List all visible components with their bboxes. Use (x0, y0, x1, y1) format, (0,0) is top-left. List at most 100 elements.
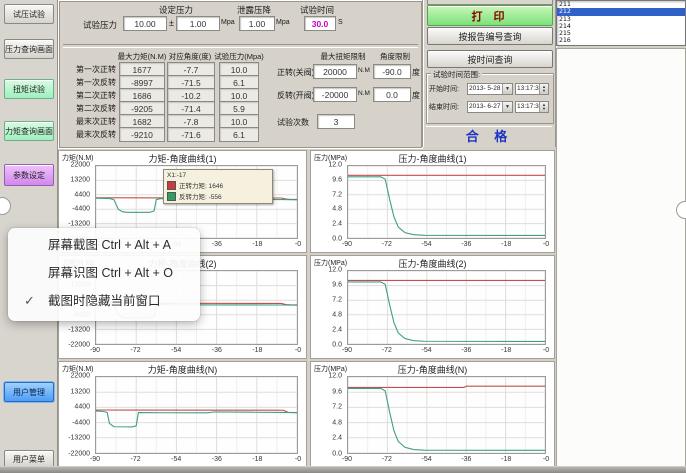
chart-y-ticks: 12.09.67.24.82.40.0 (311, 165, 345, 239)
chart-x-ticks: -90-72-54-36-18-0 (347, 456, 546, 466)
report-number-list[interactable]: 211 212 213 214 215 216 (556, 0, 686, 46)
chevron-down-icon[interactable]: ▼ (502, 84, 512, 94)
chart-plot (347, 270, 546, 345)
settings-results-panel: 设定压力 泄露压降 试验时间 试验压力 10.00 ± 1.00 Mpa 1.0… (58, 0, 423, 149)
end-time-row: 结束时间: 2013- 6-27 ▼ 13:17:35 ▲▼ (429, 100, 549, 113)
chart-legend-tooltip: X1:-17 正转力矩: 1646 反转力矩: -556 (163, 169, 273, 204)
start-time-row: 开始时间: 2013- 5-28 ▼ 13:17:35 ▲▼ (429, 82, 549, 95)
green-swatch-icon (167, 192, 176, 201)
chart-title: 力矩-角度曲线(1) (59, 152, 306, 165)
forward-angle-limit-input[interactable]: -90.0 (373, 64, 411, 79)
list-item[interactable]: 216 (557, 37, 685, 44)
torque-angle-chart-n: 力矩(N.M) 力矩-角度曲线(N) 22000132004400-4400-1… (58, 361, 307, 468)
angle-limit-header: 角度限制 (371, 51, 419, 62)
chart-x-ticks: -90-72-54-36-18-0 (95, 456, 298, 466)
chart-y-ticks: 12.09.67.24.82.40.0 (311, 270, 345, 345)
query-panel: 打 印 按报告编号查询 按时间查询 试验时间范围: 开始时间: 2013- 5-… (423, 0, 556, 147)
chart-x-ticks: -90-72-54-36-18-0 (347, 241, 546, 251)
test-pressure-label: 试验压力 (83, 19, 117, 31)
end-date-value: 2013- 6-27 (469, 103, 500, 110)
row-label: 第一次正转 (61, 64, 116, 75)
chart-title: 压力-角度曲线(1) (311, 152, 554, 165)
query-by-report-button[interactable]: 按报告编号查询 (427, 27, 553, 45)
mpa-unit-label-2: Mpa (276, 19, 290, 26)
reverse-angle-limit-input[interactable]: 0.0 (373, 87, 411, 102)
row-label: 第二次正转 (61, 90, 116, 101)
sidebar-item-parameter-settings[interactable]: 参数设定 (4, 164, 54, 186)
chart-plot (95, 376, 298, 454)
list-item[interactable]: 213 (557, 16, 685, 23)
menu-item-hide-window[interactable]: ✓ 截图时隐藏当前窗口 (8, 287, 200, 315)
print-button[interactable]: 打 印 (427, 5, 553, 26)
sidebar-item-pressure-query[interactable]: 压力查询画面 (4, 39, 54, 59)
list-item[interactable]: 211 (557, 1, 685, 8)
row-label: 第一次反转 (61, 77, 116, 88)
test-count-label: 试验次数 (277, 117, 313, 128)
end-time-label: 结束时间: (429, 102, 467, 112)
degree-unit-label-2: 度 (412, 90, 420, 101)
list-item[interactable]: 215 (557, 30, 685, 37)
chart-y-ticks: 12.09.67.24.82.40.0 (311, 376, 345, 454)
pressure-angle-chart-1: 压力(MPa) 压力-角度曲线(1) 12.09.67.24.82.40.0 -… (310, 150, 555, 253)
row-label: 最末次正转 (61, 116, 116, 127)
tolerance-input[interactable]: 1.00 (176, 16, 220, 31)
pressure-header: 试验压力(Mpa) (211, 51, 267, 62)
row-label: 第二次反转 (61, 103, 116, 114)
nm-unit-label-2: N.M (358, 90, 370, 97)
menu-item-label: 截图时隐藏当前窗口 (48, 294, 161, 308)
chevron-down-icon[interactable]: ▼ (502, 102, 512, 112)
leak-pressure-input[interactable]: 1.00 (239, 16, 275, 31)
torque-value: -9210 (119, 127, 165, 142)
time-range-group: 试验时间范围: 开始时间: 2013- 5-28 ▼ 13:17:35 ▲▼ 结… (426, 73, 554, 124)
reverse-limit-label: 反转(开阀) (277, 90, 313, 101)
check-icon: ✓ (24, 287, 35, 315)
set-pressure-group-title: 设定压力 (116, 4, 236, 16)
menu-item-screen-capture[interactable]: 屏幕截图 Ctrl + Alt + A (8, 231, 200, 259)
screenshot-context-menu: 屏幕截图 Ctrl + Alt + A 屏幕识图 Ctrl + Alt + O … (8, 228, 200, 321)
plus-minus-label: ± (169, 18, 174, 28)
forward-limit-label: 正转(关阀) (277, 67, 313, 78)
spinner-arrows-icon[interactable]: ▲▼ (539, 84, 548, 94)
test-time-input[interactable]: 30.0 (304, 16, 336, 31)
angle-header: 对应角度(度) (162, 51, 218, 62)
degree-unit-label: 度 (412, 67, 420, 78)
row-label: 最末次反转 (61, 129, 116, 140)
start-date-value: 2013- 5-28 (469, 85, 500, 92)
end-date-combo[interactable]: 2013- 6-27 ▼ (467, 101, 513, 113)
chart-plot (347, 376, 546, 454)
start-time-label: 开始时间: (429, 84, 467, 94)
menu-item-screen-recognize[interactable]: 屏幕识图 Ctrl + Alt + O (8, 259, 200, 287)
list-item-selected[interactable]: 212 (557, 8, 685, 15)
nm-unit-label: N.M (358, 67, 370, 74)
chart-x-ticks: -90-72-54-36-18-0 (347, 347, 546, 357)
list-item[interactable]: 214 (557, 23, 685, 30)
start-time-spinner[interactable]: 13:17:35 ▲▼ (515, 83, 549, 95)
angle-value: -71.6 (167, 127, 215, 142)
pressure-value: 6.1 (219, 127, 259, 142)
start-date-combo[interactable]: 2013- 5-28 ▼ (467, 83, 513, 95)
legend-header: X1:-17 (167, 172, 269, 179)
forward-torque-limit-input[interactable]: 20000 (313, 64, 357, 79)
report-detail-panel (556, 48, 686, 468)
red-swatch-icon (167, 181, 176, 190)
app-window: 试压试验 压力查询画面 扭矩试验 力矩查询画面 参数设定 用户管理 用户菜单 设… (0, 0, 686, 473)
divider (63, 44, 418, 48)
chart-title: 压力-角度曲线(N) (311, 363, 554, 376)
sidebar-item-user-management[interactable]: 用户管理 (4, 382, 54, 402)
spinner-arrows-icon[interactable]: ▲▼ (539, 102, 548, 112)
reverse-torque-limit-input[interactable]: -20000 (313, 87, 357, 102)
bottom-bar (0, 466, 686, 473)
chart-title: 力矩-角度曲线(N) (59, 363, 306, 376)
mpa-unit-label: Mpa (221, 19, 235, 26)
sidebar-item-torque-test[interactable]: 扭矩试验 (4, 79, 54, 99)
seconds-unit-label: S (338, 19, 343, 26)
sidebar-item-pressure-test[interactable]: 试压试验 (4, 4, 54, 24)
end-time-spinner[interactable]: 13:17:35 ▲▼ (515, 101, 549, 113)
query-by-time-button[interactable]: 按时间查询 (427, 50, 553, 68)
sidebar-item-torque-query[interactable]: 力矩查询画面 (4, 121, 54, 141)
test-pressure-input[interactable]: 10.00 (123, 16, 167, 31)
leak-pressure-title: 泄露压降 (224, 4, 284, 16)
time-range-title: 试验时间范围: (431, 69, 482, 80)
test-count-input[interactable]: 3 (317, 114, 355, 129)
pressure-angle-chart-2: 压力(MPa) 压力-角度曲线(2) 12.09.67.24.82.40.0 -… (310, 255, 555, 359)
